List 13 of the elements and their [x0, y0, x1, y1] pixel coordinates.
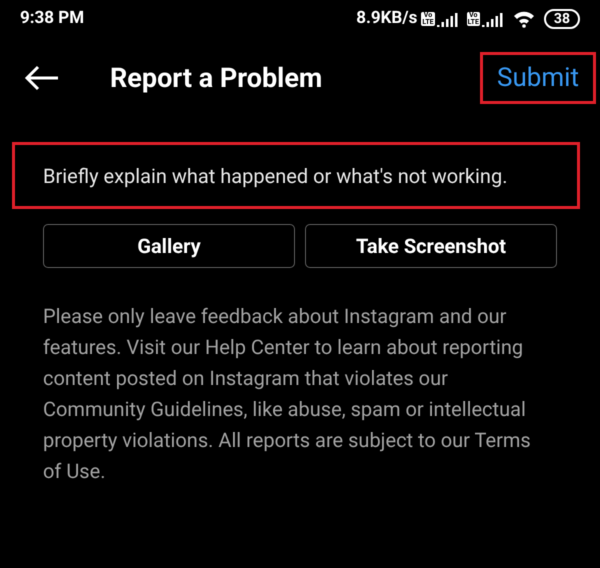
option-button[interactable]: Gallery — [43, 224, 295, 268]
option-button[interactable]: Take Screenshot — [305, 224, 557, 268]
wifi-icon — [512, 10, 536, 28]
notice-text: Please only leave feedback about Instagram and our features. Visit our Help Center to learn about reporting content posted on Instagram that violates our Community Guidelines, like abuse, spam or intellectual property violations. All reports are subject to our Terms of Use. — [42, 303, 532, 485]
signal-icon — [436, 11, 459, 27]
page-title: Report a Problem — [110, 60, 322, 96]
submit-button[interactable]: Submit — [480, 52, 596, 104]
description-field[interactable]: Briefly explain what happened or what's not working. — [12, 142, 580, 209]
back-arrow-icon[interactable] — [24, 65, 60, 91]
network-speed: 8.9KB/s — [356, 7, 418, 30]
signal-icon — [482, 11, 504, 27]
battery-indicator: 38 — [544, 9, 580, 29]
status-time: 9:38 PM — [20, 7, 84, 30]
